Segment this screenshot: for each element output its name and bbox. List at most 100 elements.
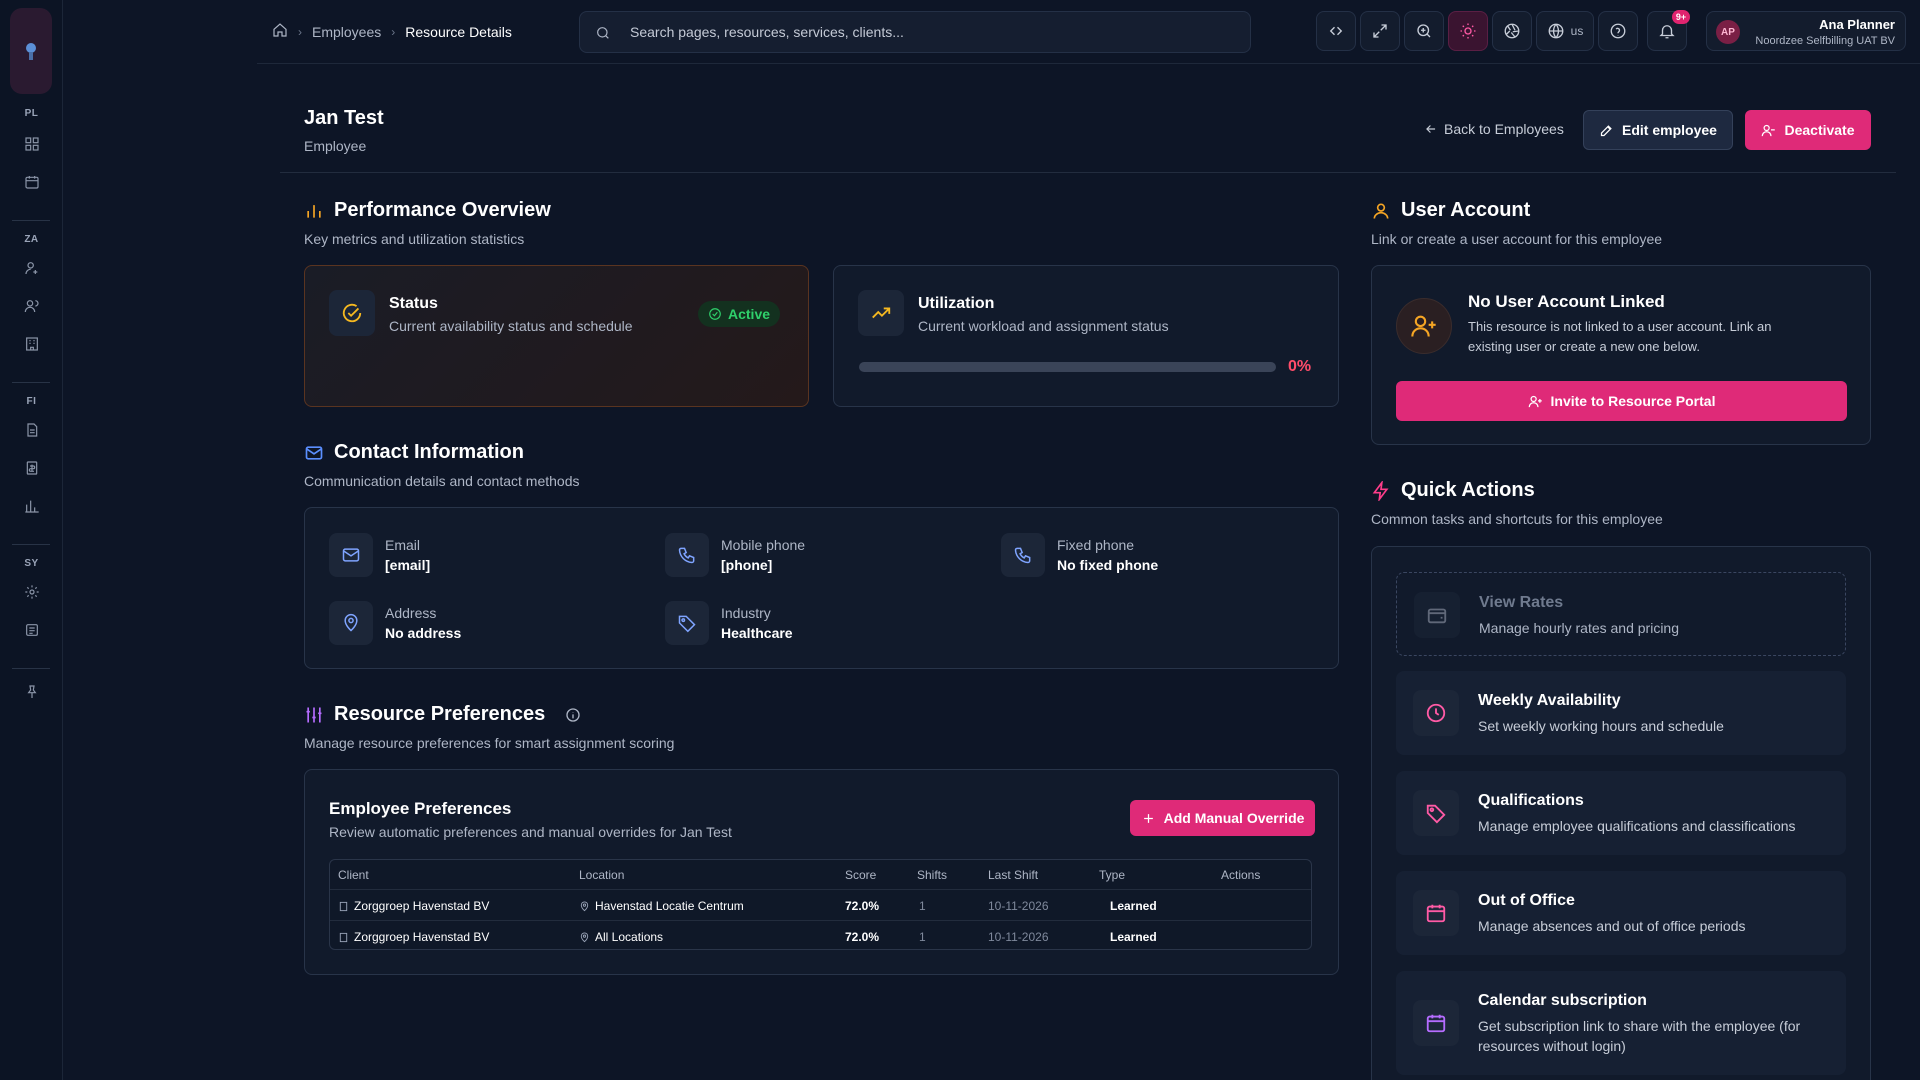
quick-action-out-of-office[interactable]: Out of Office Manage absences and out of… bbox=[1396, 871, 1846, 955]
theme-toggle-button[interactable] bbox=[1448, 11, 1488, 51]
deactivate-button[interactable]: Deactivate bbox=[1745, 110, 1871, 150]
user-icon bbox=[1373, 203, 1389, 219]
section-title: Resource Preferences bbox=[334, 703, 546, 725]
column-header-score: Score bbox=[845, 868, 877, 882]
reports-icon[interactable] bbox=[22, 496, 42, 516]
bar-chart-icon bbox=[307, 204, 321, 218]
user-organization: Noordzee Selfbilling UAT BV bbox=[1755, 35, 1895, 47]
column-header-client: Client bbox=[338, 868, 369, 882]
calendar-icon[interactable] bbox=[22, 172, 42, 192]
mail-icon bbox=[305, 445, 323, 460]
invite-to-resource-portal-button[interactable]: Invite to Resource Portal bbox=[1396, 381, 1847, 421]
cell-client: Zorggroep Havenstad BV bbox=[338, 930, 489, 944]
rail-section-sy: SY bbox=[24, 558, 39, 569]
language-code: us bbox=[1570, 24, 1584, 38]
quick-action-title: View Rates bbox=[1479, 594, 1564, 611]
search-input[interactable]: Search pages, resources, services, clien… bbox=[579, 11, 1251, 53]
section-title: Performance Overview bbox=[334, 199, 551, 221]
utilization-icon-box bbox=[858, 290, 904, 336]
user-settings-icon[interactable] bbox=[22, 258, 42, 278]
address-icon-box bbox=[329, 601, 373, 645]
info-icon[interactable] bbox=[565, 707, 581, 723]
language-select[interactable]: us bbox=[1536, 11, 1594, 51]
logo-icon bbox=[26, 43, 36, 60]
tag-icon bbox=[678, 615, 696, 633]
dashboard-icon[interactable] bbox=[22, 134, 42, 154]
collapse-sidebar-button[interactable] bbox=[1316, 11, 1356, 51]
quick-action-desc: Manage hourly rates and pricing bbox=[1479, 620, 1680, 636]
check-circle-icon bbox=[709, 308, 721, 320]
email-icon-box bbox=[329, 533, 373, 577]
no-account-desc-line-1: This resource is not linked to a user ac… bbox=[1468, 319, 1772, 334]
user-name: Ana Planner bbox=[1819, 17, 1895, 32]
client-name: Zorggroep Havenstad BV bbox=[354, 899, 490, 913]
preferences-subtitle: Manage resource preferences for smart as… bbox=[304, 735, 675, 751]
calendar-icon bbox=[1426, 1014, 1446, 1033]
status-desc: Current availability status and schedule bbox=[389, 318, 633, 334]
building-icon[interactable] bbox=[22, 334, 42, 354]
preferences-table: Client Location Score Shifts Last Shift … bbox=[329, 859, 1312, 950]
app-root: PL ZA FI SY › Employees › Resource Detai… bbox=[0, 0, 1920, 1080]
breadcrumb: › Employees › Resource Details bbox=[272, 22, 512, 41]
quick-action-weekly-availability[interactable]: Weekly Availability Set weekly working h… bbox=[1396, 671, 1846, 755]
back-to-employees-link[interactable]: Back to Employees bbox=[1424, 121, 1564, 137]
zoom-button[interactable] bbox=[1404, 11, 1444, 51]
user-plus-avatar bbox=[1396, 298, 1452, 354]
user-menu[interactable]: AP Ana Planner Noordzee Selfbilling UAT … bbox=[1706, 11, 1906, 51]
aperture-icon bbox=[1504, 23, 1520, 39]
aperture-button[interactable] bbox=[1492, 11, 1532, 51]
mobile-value[interactable]: [phone] bbox=[721, 557, 772, 573]
table-row[interactable]: Zorggroep Havenstad BV All Locations 72.… bbox=[330, 920, 1311, 951]
cell-type: Learned bbox=[1110, 899, 1157, 913]
rail-divider bbox=[12, 544, 50, 545]
edit-employee-button[interactable]: Edit employee bbox=[1583, 110, 1733, 150]
header-divider bbox=[280, 172, 1896, 173]
edit-label: Edit employee bbox=[1622, 122, 1717, 138]
user-account-heading: User Account bbox=[1371, 199, 1530, 222]
trending-up-icon bbox=[872, 307, 891, 319]
home-icon[interactable] bbox=[272, 22, 288, 41]
column-header-actions: Actions bbox=[1221, 868, 1261, 882]
globe-icon bbox=[1548, 23, 1564, 39]
invoice-icon[interactable] bbox=[22, 458, 42, 478]
fixed-phone-label: Fixed phone bbox=[1057, 537, 1135, 553]
gear-icon[interactable] bbox=[22, 582, 42, 602]
app-logo[interactable] bbox=[10, 8, 52, 94]
status-badge-label: Active bbox=[728, 306, 771, 322]
status-badge: Active bbox=[698, 301, 781, 327]
breadcrumb-employees[interactable]: Employees bbox=[312, 24, 381, 40]
calendar-icon-box bbox=[1413, 890, 1459, 936]
plus-icon bbox=[1143, 813, 1153, 823]
document-icon[interactable] bbox=[22, 420, 42, 440]
user-minus-icon bbox=[1762, 124, 1776, 136]
rail-section-fi: FI bbox=[26, 396, 37, 407]
table-row[interactable]: Zorggroep Havenstad BV Havenstad Locatie… bbox=[330, 889, 1311, 920]
cell-type: Learned bbox=[1110, 930, 1157, 944]
sliders-icon bbox=[306, 707, 322, 722]
notifications-button[interactable]: 9+ bbox=[1647, 10, 1690, 51]
wallet-icon bbox=[1427, 608, 1447, 624]
cell-shifts: 1 bbox=[919, 899, 926, 913]
quick-action-title: Qualifications bbox=[1478, 792, 1584, 809]
industry-value: Healthcare bbox=[721, 625, 793, 641]
sun-icon bbox=[1460, 23, 1476, 39]
add-manual-override-button[interactable]: Add Manual Override bbox=[1130, 800, 1315, 836]
pin-icon[interactable] bbox=[22, 682, 42, 702]
users-icon[interactable] bbox=[22, 296, 42, 316]
email-value[interactable]: [email] bbox=[385, 557, 430, 573]
contact-information-heading: Contact Information bbox=[304, 441, 524, 464]
quick-action-calendar-subscription[interactable]: Calendar subscription Get subscription l… bbox=[1396, 971, 1846, 1075]
status-icon-box bbox=[329, 290, 375, 336]
help-button[interactable] bbox=[1598, 11, 1638, 51]
section-title: User Account bbox=[1401, 199, 1531, 221]
tag-icon-box bbox=[1413, 790, 1459, 836]
quick-action-desc: Manage employee qualifications and class… bbox=[1478, 818, 1796, 834]
fixed-phone-value: No fixed phone bbox=[1057, 557, 1159, 573]
fullscreen-button[interactable] bbox=[1360, 11, 1400, 51]
template-icon[interactable] bbox=[22, 620, 42, 640]
user-account-subtitle: Link or create a user account for this e… bbox=[1371, 231, 1663, 247]
deactivate-label: Deactivate bbox=[1784, 122, 1855, 138]
quick-action-qualifications[interactable]: Qualifications Manage employee qualifica… bbox=[1396, 771, 1846, 855]
rail-divider bbox=[12, 668, 50, 669]
utilization-desc: Current workload and assignment status bbox=[918, 318, 1169, 334]
